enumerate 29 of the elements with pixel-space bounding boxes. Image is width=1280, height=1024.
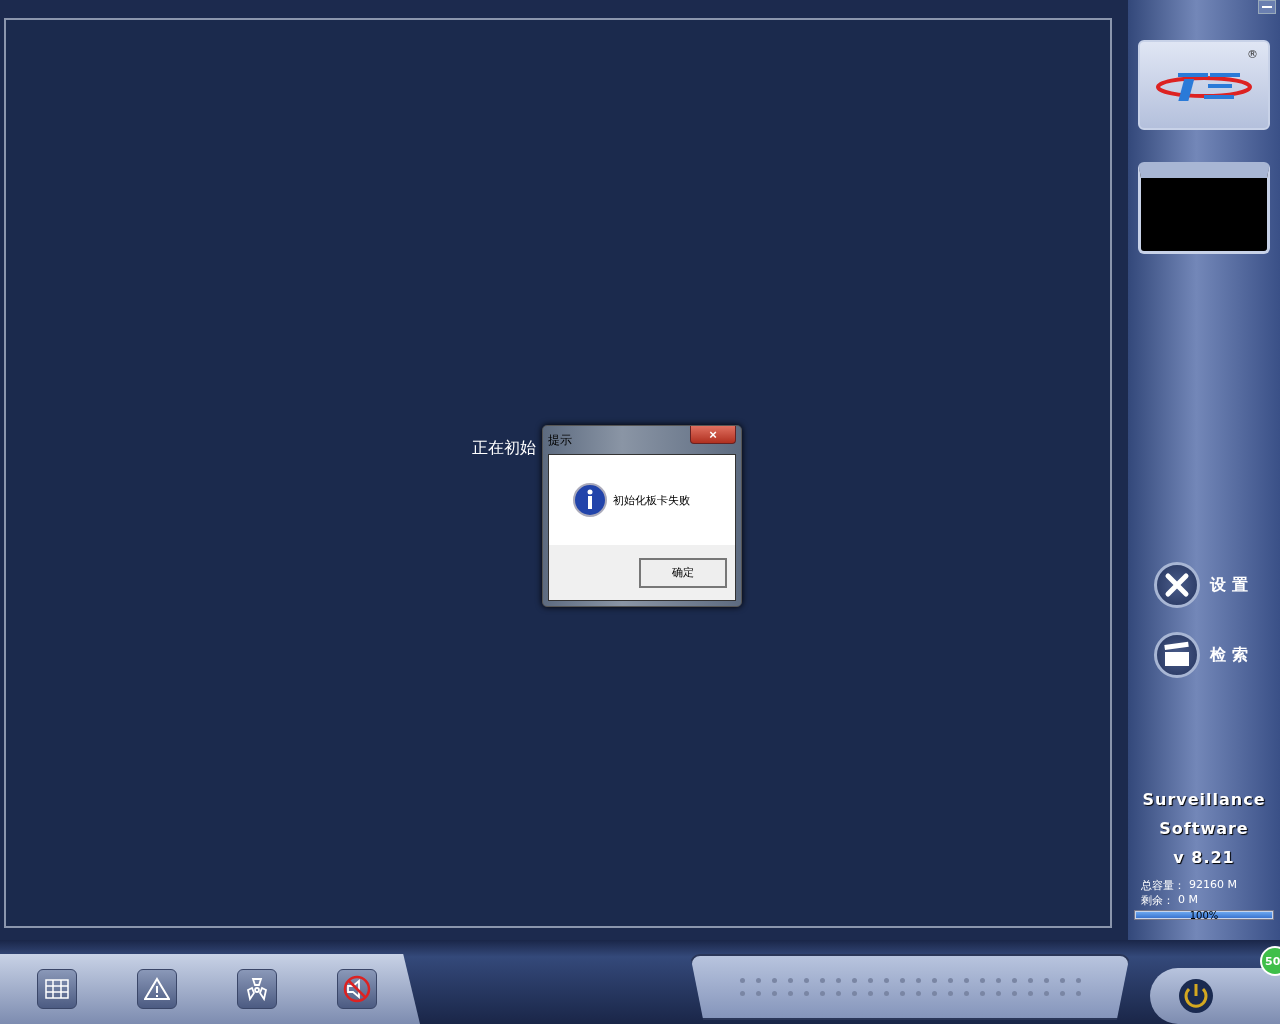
grid-icon	[45, 979, 69, 999]
ok-button[interactable]: 确定	[639, 557, 727, 588]
free-label: 剩余：	[1141, 893, 1174, 908]
capacity-value: 92160 M	[1189, 878, 1237, 893]
usage-reading: 100%	[1188, 911, 1220, 919]
close-button[interactable]: ×	[690, 426, 736, 444]
toolbar-button[interactable]	[337, 969, 377, 1009]
warning-icon	[144, 977, 170, 1001]
power-button[interactable]	[1150, 968, 1280, 1024]
trefoil-icon	[244, 976, 270, 1002]
count-badge: 50	[1260, 946, 1280, 976]
registered-mark: ®	[1247, 48, 1258, 61]
free-value: 0 M	[1178, 893, 1198, 908]
toolbar-button[interactable]	[237, 969, 277, 1009]
product-text: v 8.21	[1173, 848, 1235, 868]
status-text: 正在初始	[472, 438, 536, 459]
mute-icon	[343, 975, 371, 1003]
dialog-title: 提示	[548, 431, 572, 449]
toolbar-button[interactable]	[37, 969, 77, 1009]
product-text: Software	[1159, 819, 1249, 839]
power-icon	[1178, 978, 1214, 1014]
toolbar-button[interactable]	[137, 969, 177, 1009]
product-text: Surveillance	[1142, 790, 1266, 810]
menu-button[interactable]: 设 置	[1154, 562, 1248, 608]
minimize-button[interactable]	[1258, 0, 1276, 14]
menu-button[interactable]: 检 索	[1154, 632, 1248, 678]
capacity-label: 总容量：	[1141, 878, 1185, 893]
info-icon	[573, 483, 607, 517]
dialog-message: 初始化板卡失败	[613, 492, 690, 508]
